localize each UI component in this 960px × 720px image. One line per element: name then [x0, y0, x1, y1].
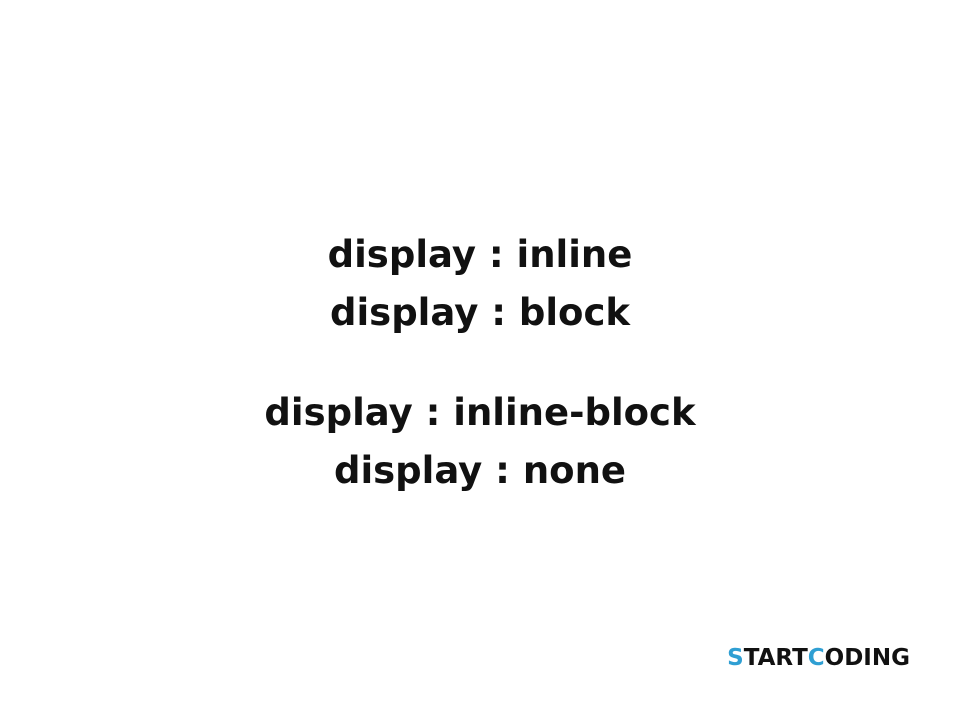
display-inline-line: display : inline	[327, 233, 633, 276]
slide: display : inline display : block display…	[0, 0, 960, 720]
startcoding-logo: STARTCODING	[727, 643, 910, 673]
logo-letter-s: S	[727, 645, 744, 671]
display-inline-block-line: display : inline-block	[264, 391, 696, 434]
logo-text-tart: TART	[743, 645, 808, 671]
logo-text-oding: ODING	[824, 645, 910, 671]
display-none-line: display : none	[333, 449, 627, 492]
logo-letter-c: C	[807, 645, 825, 671]
display-block-line: display : block	[330, 291, 630, 334]
display-values-group-2: display : inline-block display : none	[0, 384, 960, 500]
display-values-group-1: display : inline display : block	[0, 226, 960, 342]
